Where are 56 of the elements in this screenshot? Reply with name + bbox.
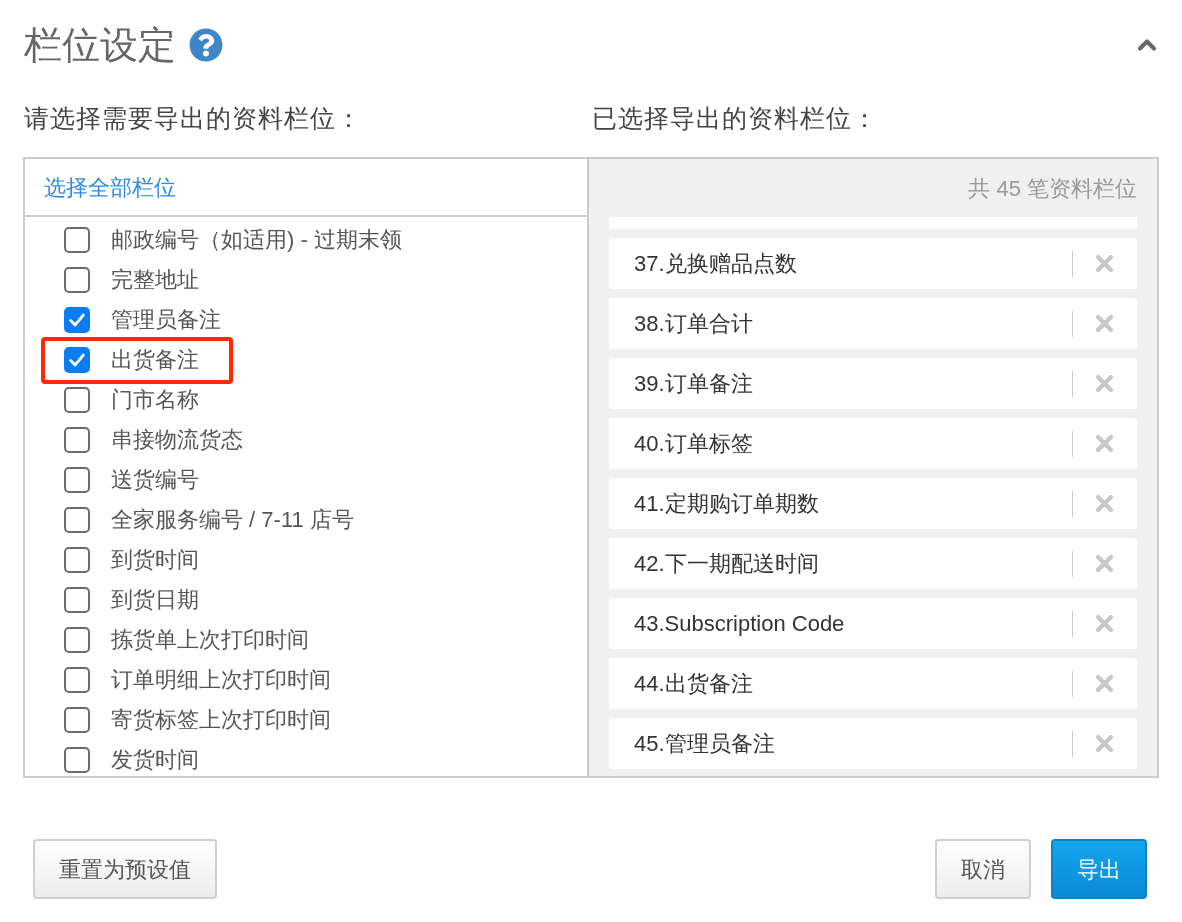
field-card[interactable]: 43.Subscription Code [609, 598, 1137, 649]
checkbox[interactable] [64, 747, 90, 773]
field-label: 38.订单合计 [634, 310, 754, 338]
section-title: 栏位设定 [24, 26, 176, 64]
available-fields-heading: 请选择需要导出的资料栏位： [24, 104, 362, 133]
checkmark-icon [68, 351, 86, 369]
field-label: 发货时间 [111, 747, 199, 773]
field-label: 全家服务编号 / 7-11 店号 [111, 507, 354, 533]
secondary-button[interactable]: 重置为预设值 [33, 839, 217, 899]
select-all-link[interactable]: 选择全部栏位 [44, 170, 176, 204]
checkbox[interactable] [64, 507, 90, 533]
field-label: 出货备注 [111, 347, 199, 373]
field-card[interactable]: 37.兑换赠品点数 [609, 238, 1137, 289]
field-card[interactable]: 39.订单备注 [609, 358, 1137, 409]
help-icon[interactable] [189, 28, 223, 62]
field-label: 40.订单标签 [634, 430, 754, 458]
field-label: 订单明细上次打印时间 [111, 667, 331, 693]
field-label: 拣货单上次打印时间 [111, 627, 309, 653]
field-label: 到货时间 [111, 547, 199, 573]
field-label: 44.出货备注 [634, 670, 754, 698]
checkbox[interactable] [64, 707, 90, 733]
field-label: 寄货标签上次打印时间 [111, 707, 331, 733]
field-label: 42.下一期配送时间 [634, 550, 820, 578]
field-label: 到货日期 [111, 587, 199, 613]
checkbox[interactable] [64, 627, 90, 653]
field-label: 门市名称 [111, 387, 199, 413]
field-card[interactable]: 45.管理员备注 [609, 718, 1137, 769]
field-card[interactable]: 40.订单标签 [609, 418, 1137, 469]
checkbox[interactable] [64, 467, 90, 493]
field-label: 完整地址 [111, 267, 199, 293]
checkmark-icon [68, 311, 86, 329]
checkbox[interactable] [64, 267, 90, 293]
field-label: 39.订单备注 [634, 370, 754, 398]
field-count: 共 45 笔资料栏位 [968, 174, 1137, 203]
field-label: 管理员备注 [111, 307, 221, 333]
checkbox[interactable] [64, 387, 90, 413]
field-label: 43.Subscription Code [634, 610, 846, 638]
secondary-button[interactable]: 取消 [935, 839, 1031, 899]
checkbox[interactable] [64, 307, 90, 333]
field-card[interactable]: 42.下一期配送时间 [609, 538, 1137, 589]
field-label: 串接物流货态 [111, 427, 243, 453]
field-label: 邮政编号（如适用) - 过期末领 [111, 227, 402, 253]
checkbox[interactable] [64, 347, 90, 373]
checkbox[interactable] [64, 547, 90, 573]
selected-fields-heading: 已选择导出的资料栏位： [592, 103, 878, 135]
field-label: 45.管理员备注 [634, 730, 776, 758]
checkbox[interactable] [64, 427, 90, 453]
field-card[interactable]: 41.定期购订单期数 [609, 478, 1137, 529]
checkbox[interactable] [64, 667, 90, 693]
field-label: 37.兑换赠品点数 [634, 250, 798, 278]
field-label: 送货编号 [111, 467, 199, 493]
field-label: 41.定期购订单期数 [634, 490, 820, 518]
checkbox[interactable] [64, 227, 90, 253]
checkbox[interactable] [64, 587, 90, 613]
field-card[interactable]: 44.出货备注 [609, 658, 1137, 709]
field-card[interactable]: 38.订单合计 [609, 298, 1137, 349]
